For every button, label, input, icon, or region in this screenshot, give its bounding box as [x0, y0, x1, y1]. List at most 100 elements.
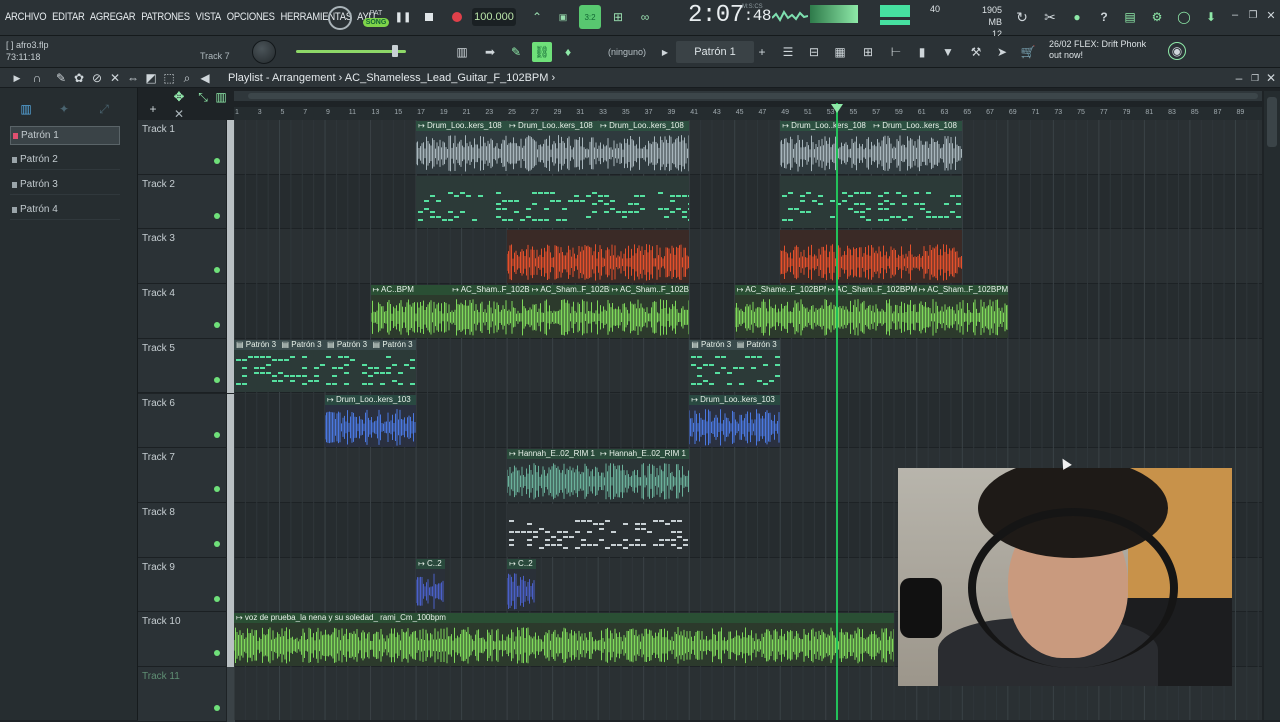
audio-clip[interactable]: ↦ AC_Shame..F_102BPM↦ AC_Sham..F_102BPM↦…	[735, 285, 1008, 338]
draw-tool-icon[interactable]: ✎	[54, 71, 68, 85]
piano-roll-icon[interactable]: ▦	[830, 42, 850, 62]
shop-icon[interactable]: 🛒	[1018, 42, 1038, 62]
slip-tool-icon[interactable]: ⇔	[126, 71, 140, 85]
audio-clip[interactable]: ↦ Drum_Loo..kers_103	[325, 395, 416, 448]
track-header[interactable]: Track 4	[138, 284, 226, 339]
menu-editar[interactable]: EDITAR	[52, 11, 84, 23]
track-enable-led-icon[interactable]	[214, 213, 220, 219]
maximize-icon[interactable]: ❐	[1246, 8, 1260, 22]
pattern-selector[interactable]: Patrón 1	[676, 41, 754, 63]
audio-clip[interactable]: ↦ Drum_Loo..kers_108↦ Drum_Loo..kers_108	[780, 121, 962, 174]
hint-icon[interactable]: ➤	[992, 42, 1012, 62]
playlist-maximize-icon[interactable]: ❐	[1248, 71, 1262, 85]
mixer-icon[interactable]: ☰	[778, 42, 798, 62]
news-panel[interactable]: 26/02 FLEX: Drift Phonk out now!	[1049, 39, 1146, 61]
audio-clip[interactable]	[507, 230, 689, 283]
playlist-icon[interactable]: ⊞	[858, 42, 878, 62]
grid-icon[interactable]: ▥	[214, 90, 228, 104]
playlist-menu-arrow-icon[interactable]: ▶	[10, 71, 24, 85]
slice-tool-icon[interactable]: ◩	[144, 71, 158, 85]
picker-automation-icon[interactable]: ⤢	[96, 102, 112, 116]
pattern-clip[interactable]: ▤ Patrón 3▤ Patrón 3▤ Patrón 3▤ Patrón 3	[234, 340, 416, 393]
audio-clip[interactable]: ↦ AC..BPM↦ AC_Sham..F_102BPM↦ AC_Sham..F…	[371, 285, 690, 338]
pattern-item-3[interactable]: Patrón 3	[10, 176, 120, 195]
mute-tool-icon[interactable]: ✕	[108, 71, 122, 85]
audio-clip[interactable]: ↦ Drum_Loo..kers_108↦ Drum_Loo..kers_108…	[416, 121, 689, 174]
track-header[interactable]: Track 6	[138, 394, 226, 449]
browser-icon[interactable]: ⊢	[886, 42, 906, 62]
download-icon[interactable]: ⬇	[1201, 7, 1221, 27]
delete-tool-icon[interactable]: ⊘	[90, 71, 104, 85]
pattern-item-1[interactable]: Patrón 1	[10, 126, 120, 145]
cut-tool-icon[interactable]: ✂	[1040, 7, 1060, 27]
menu-opciones[interactable]: OPCIONES	[227, 11, 275, 23]
track-header[interactable]: Track 8	[138, 503, 226, 558]
playlist-minimize-icon[interactable]: –	[1232, 71, 1246, 85]
timeline-overview-scrollbar[interactable]	[234, 91, 1262, 101]
record-button[interactable]	[448, 8, 466, 26]
track-header[interactable]: Track 1	[138, 120, 226, 175]
pattern-clip[interactable]	[780, 176, 962, 229]
loop-record-icon[interactable]: ∞	[635, 8, 655, 26]
audio-clip[interactable]: ↦ Hannah_E..02_RIM 1↦ Hannah_E..02_RIM 1	[507, 449, 689, 502]
track-header[interactable]: Track 3	[138, 229, 226, 284]
plugin-icon[interactable]: ⚙	[1147, 7, 1167, 27]
menu-archivo[interactable]: ARCHIVO	[5, 11, 46, 23]
touch-keyboard-icon[interactable]: ▼	[938, 42, 958, 62]
pattern-clip[interactable]: ▤ Patrón 3▤ Patrón 3	[689, 340, 780, 393]
snap-arrow-icon[interactable]: ▶	[660, 44, 670, 60]
pat-song-toggle[interactable]: PAT SONG	[362, 5, 390, 31]
globe-icon[interactable]: ◉	[1168, 42, 1186, 60]
minimize-icon[interactable]: –	[1228, 8, 1242, 22]
picker-audio-icon[interactable]: ✦	[56, 102, 72, 116]
audio-clip[interactable]: ↦ C..2	[416, 559, 444, 612]
audio-clip[interactable]: ↦ voz de prueba_la nena y su soledad_ ra…	[234, 613, 894, 666]
track-enable-led-icon[interactable]	[214, 377, 220, 383]
tools-icon[interactable]: ⚒	[966, 42, 986, 62]
pause-icon[interactable]: ❚❚	[394, 8, 412, 26]
plugin-database-icon[interactable]: ▮	[912, 42, 932, 62]
track-enable-led-icon[interactable]	[214, 705, 220, 711]
stamp-icon[interactable]: ♦	[558, 42, 578, 62]
track-enable-led-icon[interactable]	[214, 158, 220, 164]
snap-selector[interactable]: (ninguno)	[600, 44, 654, 60]
playhead-marker-icon[interactable]	[831, 104, 843, 113]
tempo-display[interactable]: 100.000	[472, 8, 516, 26]
master-pitch-slider[interactable]	[296, 50, 406, 53]
pencil-icon[interactable]: ✎	[506, 42, 526, 62]
track-header[interactable]: Track 2	[138, 175, 226, 230]
menu-vista[interactable]: VISTA	[196, 11, 221, 23]
playhead[interactable]	[836, 103, 838, 720]
countdown-button[interactable]: 3:2	[579, 5, 601, 29]
audio-clip[interactable]: ↦ C..2	[507, 559, 535, 612]
link-icon[interactable]: ⛓	[532, 42, 552, 62]
vertical-scroll-thumb[interactable]	[1267, 97, 1277, 147]
audio-clip[interactable]	[780, 230, 962, 283]
pattern-item-4[interactable]: Patrón 4	[10, 201, 120, 220]
select-tool-icon[interactable]: ⬚	[162, 71, 176, 85]
playlist-close-icon[interactable]: ✕	[1264, 71, 1278, 85]
audio-clip[interactable]: ↦ Drum_Loo..kers_103	[689, 395, 780, 448]
metronome-icon[interactable]: ⌃	[528, 8, 546, 26]
timeline-ruler[interactable]: 1357911131517192123252729313335373941434…	[234, 107, 1262, 120]
pattern-item-2[interactable]: Patrón 2	[10, 151, 120, 170]
pattern-clip[interactable]	[507, 504, 689, 557]
picker-pattern-icon[interactable]: ▥	[18, 102, 34, 116]
track-header[interactable]: Track 9	[138, 558, 226, 613]
track-header[interactable]: Track 5	[138, 339, 226, 394]
undo-icon[interactable]: ↻	[1012, 7, 1032, 27]
vertical-scrollbar[interactable]	[1264, 91, 1280, 720]
menu-patrones[interactable]: PATRONES	[141, 11, 190, 23]
track-enable-led-icon[interactable]	[214, 322, 220, 328]
track-enable-led-icon[interactable]	[214, 650, 220, 656]
track-enable-led-icon[interactable]	[214, 541, 220, 547]
track-header[interactable]: Track 10	[138, 612, 226, 667]
track-enable-led-icon[interactable]	[214, 267, 220, 273]
stop-button[interactable]	[420, 8, 438, 26]
track-header[interactable]: Track 11	[138, 667, 226, 722]
magnet-icon[interactable]: ∩	[30, 71, 44, 85]
add-pattern-icon[interactable]: +	[756, 44, 768, 60]
track-enable-led-icon[interactable]	[214, 432, 220, 438]
menu-agregar[interactable]: AGREGAR	[90, 11, 136, 23]
arrow-right-icon[interactable]: ➡	[480, 42, 500, 62]
